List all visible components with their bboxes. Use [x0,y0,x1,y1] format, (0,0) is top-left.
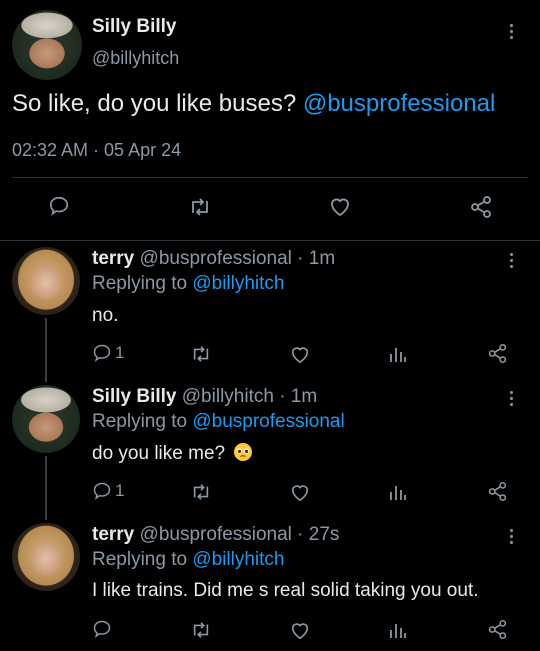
reply-text: I like trains. Did me s real solid takin… [92,580,479,601]
reply-icon[interactable] [92,343,112,363]
replying-to: Replying to @billyhitch [92,549,285,571]
avatar[interactable] [12,247,80,315]
pleading-face-emoji [233,442,253,468]
tweet-text-body: So like, do you like buses? [12,90,297,117]
reply-author-name[interactable]: terry [92,248,134,269]
reply-icon[interactable] [92,481,112,501]
tweet-text: So like, do you like buses? @busprofessi… [12,90,495,118]
replying-to-link[interactable]: @busprofessional [192,411,344,432]
replying-to-link[interactable]: @billyhitch [192,273,284,294]
reply-header: terry @busprofessional · 27s [92,524,339,546]
views-icon[interactable] [388,620,408,640]
author-name[interactable]: Silly Billy [92,16,176,38]
like-icon[interactable] [289,344,311,364]
reply-count: 1 [115,481,125,500]
more-icon[interactable] [510,24,514,42]
thread-line [45,318,47,382]
retweet-icon[interactable] [190,344,212,364]
more-icon[interactable] [510,529,514,547]
retweet-icon[interactable] [190,620,212,640]
avatar[interactable] [12,523,80,591]
like-icon[interactable] [328,195,352,217]
avatar[interactable] [12,10,82,80]
replying-to-label: Replying to [92,549,188,570]
replying-to: Replying to @busprofessional [92,411,345,433]
like-icon[interactable] [289,482,311,502]
views-icon[interactable] [388,482,408,502]
reply-author-name[interactable]: Silly Billy [92,386,176,407]
reply-icon[interactable] [92,619,112,639]
replying-to: Replying to @billyhitch [92,273,285,295]
retweet-icon[interactable] [188,196,212,218]
reply-header: Silly Billy @billyhitch · 1m [92,386,317,408]
share-icon[interactable] [487,343,508,364]
reply-handle-time[interactable]: @billyhitch · 1m [182,386,317,407]
reply-handle-time[interactable]: @busprofessional · 27s [140,524,340,545]
author-handle[interactable]: @billyhitch [92,48,179,69]
thread-line [45,456,47,520]
like-icon[interactable] [289,620,311,640]
more-icon[interactable] [510,391,514,409]
replying-to-link[interactable]: @billyhitch [192,549,284,570]
reply-author-name[interactable]: terry [92,524,134,545]
more-icon[interactable] [510,253,514,271]
reply-icon[interactable] [48,195,70,217]
share-icon[interactable] [487,481,508,502]
replying-to-label: Replying to [92,411,188,432]
reply-handle-time[interactable]: @busprofessional · 1m [140,248,336,269]
avatar[interactable] [12,385,80,453]
reply-text: do you like me? [92,443,226,464]
reply-text: no. [92,305,119,326]
reply-text-row: do you like me? [92,442,253,468]
reply-header: terry @busprofessional · 1m [92,248,335,270]
reply-count: 1 [115,343,125,362]
share-icon[interactable] [487,619,508,640]
views-icon[interactable] [388,344,408,364]
tweet-timestamp[interactable]: 02:32 AM · 05 Apr 24 [12,140,181,161]
retweet-icon[interactable] [190,482,212,502]
replying-to-label: Replying to [92,273,188,294]
share-icon[interactable] [469,195,493,219]
divider [0,240,540,241]
mention-link[interactable]: @busprofessional [303,90,495,117]
divider [12,177,528,178]
